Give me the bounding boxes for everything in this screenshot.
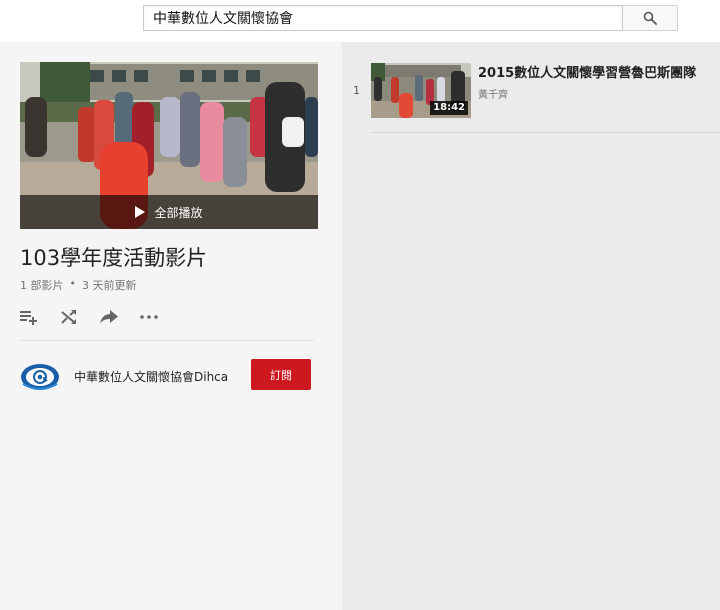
shuffle-button[interactable] (60, 308, 78, 326)
video-thumbnail[interactable]: 18:42 (371, 63, 471, 118)
channel-avatar[interactable] (20, 362, 60, 392)
playlist-header-panel: 全部播放 103學年度活動影片 1 部影片 • 3 天前更新 中華數位人文關懷協… (0, 42, 342, 610)
channel-name[interactable]: 中華數位人文關懷協會Dihca (74, 368, 228, 385)
divider (20, 340, 314, 341)
playlist-video-list: 1 18:42 2015數位人文關懷學習營魯巴斯團隊 黃千齊 (342, 42, 720, 610)
search-icon (643, 11, 657, 25)
add-to-queue-icon (20, 311, 37, 325)
video-title[interactable]: 2015數位人文關懷學習營魯巴斯團隊 (478, 62, 696, 81)
channel-logo-icon (21, 364, 59, 390)
more-actions-button[interactable] (140, 308, 158, 326)
playlist-details: 1 部影片 • 3 天前更新 (20, 277, 137, 293)
last-updated: 3 天前更新 (82, 279, 137, 292)
share-icon (100, 310, 118, 324)
playlist-actions (20, 308, 180, 326)
playlist-title: 103學年度活動影片 (20, 246, 208, 270)
playlist-thumbnail[interactable]: 全部播放 (20, 62, 318, 229)
share-button[interactable] (100, 308, 118, 326)
search-input[interactable] (143, 5, 623, 31)
add-to-queue-button[interactable] (20, 308, 38, 326)
play-all-label: 全部播放 (154, 205, 203, 220)
more-icon (140, 315, 158, 319)
video-count: 1 部影片 (20, 279, 64, 292)
meta-separator: • (69, 277, 77, 290)
shuffle-icon (61, 310, 76, 324)
video-index: 1 (353, 84, 360, 97)
play-icon (135, 206, 146, 218)
video-duration: 18:42 (430, 101, 468, 115)
subscribe-button[interactable]: 訂閱 (251, 359, 311, 390)
masthead (0, 0, 720, 42)
play-all-button[interactable]: 全部播放 (20, 195, 318, 229)
search-button[interactable] (623, 5, 678, 31)
list-divider (371, 132, 720, 133)
video-author[interactable]: 黃千齊 (478, 86, 508, 101)
